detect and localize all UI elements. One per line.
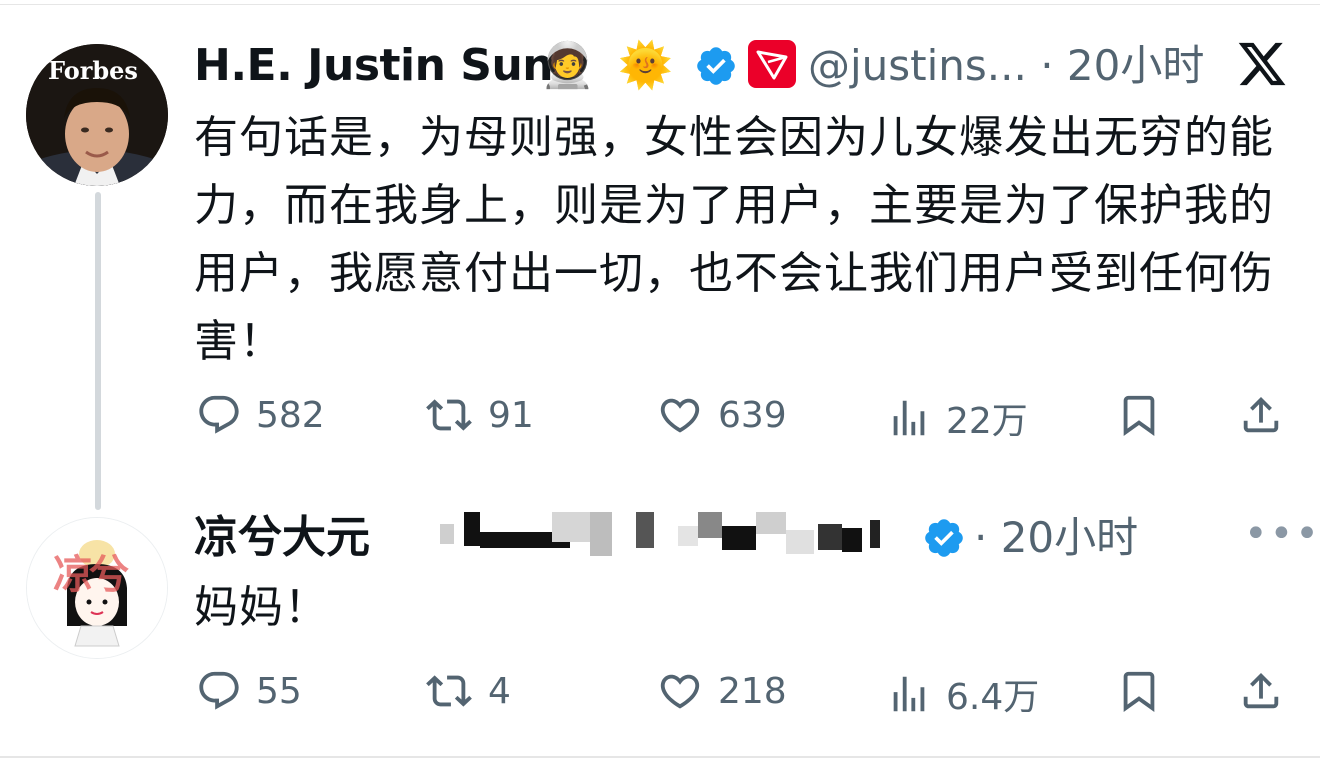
repost-icon bbox=[426, 399, 472, 431]
share-button[interactable] bbox=[1238, 668, 1284, 714]
reply-icon bbox=[199, 395, 239, 434]
reply-author-name[interactable]: 凉兮大元 bbox=[194, 510, 370, 566]
share-icon bbox=[1243, 396, 1279, 433]
views-icon bbox=[893, 676, 925, 712]
reply-button[interactable]: 55 bbox=[196, 668, 302, 714]
avatar-justin-sun[interactable]: Forbes bbox=[26, 44, 168, 186]
reply-icon bbox=[199, 671, 239, 710]
reply-text: 妈妈！ bbox=[194, 582, 329, 633]
reply-button[interactable]: 582 bbox=[196, 392, 325, 438]
like-icon bbox=[660, 398, 700, 433]
views-button[interactable]: 22万 bbox=[886, 392, 1028, 444]
views-count: 6.4万 bbox=[946, 677, 1040, 718]
like-button[interactable]: 639 bbox=[656, 392, 787, 438]
avatar-overlay-text: 凉兮 bbox=[53, 552, 129, 598]
x-logo-icon[interactable] bbox=[1236, 38, 1292, 94]
bookmark-button[interactable] bbox=[1116, 668, 1162, 714]
share-icon bbox=[1243, 672, 1279, 709]
repost-count: 91 bbox=[488, 394, 534, 436]
redacted-name-pixels bbox=[440, 504, 890, 560]
repost-button[interactable]: 4 bbox=[424, 668, 511, 714]
tweet-timestamp[interactable]: · 20小时 bbox=[1040, 41, 1204, 90]
views-count: 22万 bbox=[946, 401, 1028, 442]
tron-logo-icon bbox=[748, 40, 796, 88]
tweet-author-name[interactable]: H.E. Justin Sun bbox=[194, 38, 554, 94]
repost-button[interactable]: 91 bbox=[424, 392, 534, 438]
thread-connector bbox=[95, 192, 101, 510]
repost-icon bbox=[426, 675, 472, 707]
avatar-reply-user[interactable]: 凉兮 bbox=[26, 517, 168, 659]
reply-timestamp[interactable]: · 20小时 bbox=[974, 510, 1138, 566]
sun-emoji: 🌞 bbox=[618, 40, 673, 91]
views-button[interactable]: 6.4万 bbox=[886, 668, 1039, 720]
tweet-text: 有句话是，为母则强，女性会因为儿女爆发出无穷的能力，而在我身上，则是为了用户，主… bbox=[194, 112, 1274, 367]
reply-count: 582 bbox=[256, 394, 325, 436]
bookmark-button[interactable] bbox=[1116, 392, 1162, 438]
reply-count: 55 bbox=[256, 670, 302, 712]
repost-count: 4 bbox=[488, 670, 511, 712]
top-divider bbox=[0, 4, 1320, 5]
like-button[interactable]: 218 bbox=[656, 668, 787, 714]
bookmark-icon bbox=[1123, 395, 1155, 436]
avatar-forbes-text: Forbes bbox=[48, 56, 138, 85]
astronaut-emoji: 🧑‍🚀 bbox=[540, 40, 595, 91]
reply-verified-icon bbox=[922, 516, 966, 560]
more-icon[interactable]: ••• bbox=[1244, 514, 1320, 554]
bookmark-icon bbox=[1123, 671, 1155, 712]
verified-icon bbox=[694, 44, 738, 88]
views-icon bbox=[893, 400, 925, 436]
bottom-divider bbox=[0, 756, 1320, 758]
like-count: 639 bbox=[718, 394, 787, 436]
share-button[interactable] bbox=[1238, 392, 1284, 438]
like-count: 218 bbox=[718, 670, 787, 712]
like-icon bbox=[660, 674, 700, 709]
tweet-author-handle[interactable]: @justins... · 20小时 bbox=[808, 38, 1204, 94]
handle-text: @justins... bbox=[808, 41, 1027, 90]
